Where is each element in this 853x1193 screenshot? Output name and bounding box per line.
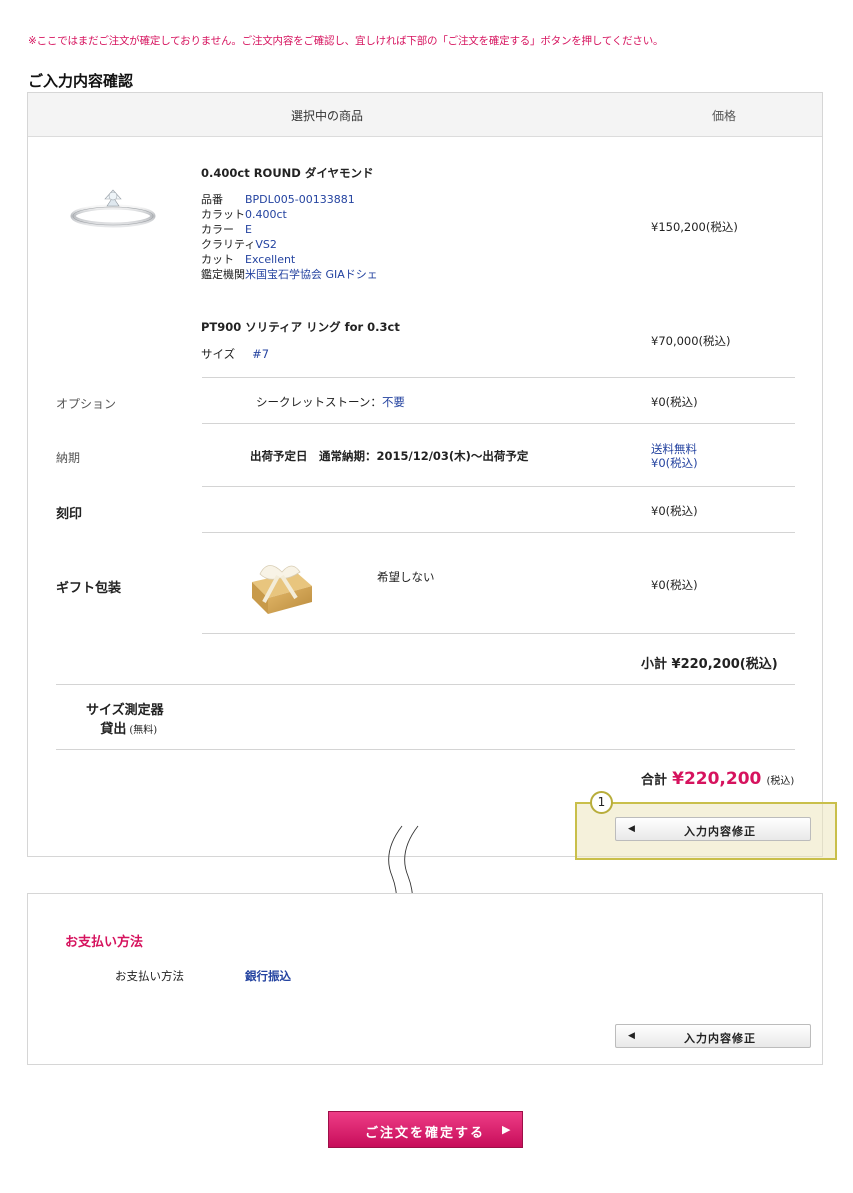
spec-row-cut: カット Excellent <box>201 253 296 266</box>
order-confirmation-panel: 選択中の商品 価格 0.400ct ROUND ダイヤモンド 品番 BPDL005… <box>27 92 823 857</box>
diamond-title: 0.400ct ROUND ダイヤモンド <box>201 166 374 180</box>
divider <box>202 633 795 634</box>
header-product: 選択中の商品 <box>291 109 364 123</box>
payment-method: 銀行振込 <box>245 969 291 983</box>
option-price: ¥0(税込) <box>651 395 698 409</box>
edit-payment-button[interactable]: ◀ 入力内容修正 <box>615 1024 811 1048</box>
gift-option: 希望しない <box>377 570 435 584</box>
delivery-price: ¥0(税込) <box>651 456 698 470</box>
delivery-label: 納期 <box>56 451 81 465</box>
confirm-order-button[interactable]: ご注文を確定する ▶ <box>328 1111 523 1148</box>
spec-row-item-number: 品番 BPDL005-00133881 <box>201 193 355 206</box>
step-badge: 1 <box>590 791 613 814</box>
confirm-order-label: ご注文を確定する <box>365 1126 486 1141</box>
total: 合計 ¥220,200 (税込) <box>641 769 795 789</box>
size-tool-label: サイズ測定器 貸出 (無料) <box>86 703 164 737</box>
ring-size: サイズ #7 <box>201 347 270 361</box>
delivery-date: 出荷予定日 通常納期：2015/12/03(木)〜出荷予定 <box>250 449 529 463</box>
spec-row-color: カラー E <box>201 223 252 236</box>
ring-image <box>70 189 156 228</box>
spec-row-carat: カラット0.400ct <box>201 208 287 221</box>
spec-row-clarity: クラリティVS2 <box>201 238 277 251</box>
gift-price: ¥0(税込) <box>651 578 698 592</box>
divider <box>202 377 795 378</box>
divider <box>202 423 795 424</box>
subtotal: 小計 ¥220,200(税込) <box>641 657 778 672</box>
edit-input-button-label: 入力内容修正 <box>684 825 756 838</box>
divider <box>202 486 795 487</box>
ring-price: ¥70,000(税込) <box>651 334 731 348</box>
header-price: 価格 <box>712 109 737 123</box>
section-title: ご入力内容確認 <box>28 72 134 90</box>
engraving-price: ¥0(税込) <box>651 504 698 518</box>
ring-title: PT900 ソリティア リング for 0.3ct <box>201 320 400 334</box>
divider <box>56 749 795 750</box>
spec-row-grading-lab: 鑑定機関米国宝石学協会 GIAドシェ <box>201 268 378 281</box>
divider <box>202 532 795 533</box>
divider <box>56 684 795 685</box>
option-label: オプション <box>56 397 117 411</box>
payment-label: お支払い方法 <box>115 969 184 983</box>
option-secret-stone: シークレットストーン：不要 <box>256 395 405 409</box>
edit-input-button[interactable]: ◀ 入力内容修正 <box>615 817 811 841</box>
engraving-label: 刻印 <box>56 507 83 522</box>
payment-title: お支払い方法 <box>65 935 144 950</box>
gift-box-image <box>252 565 312 614</box>
left-arrow-icon: ◀ <box>628 1031 635 1041</box>
left-arrow-icon: ◀ <box>628 824 635 834</box>
diamond-price: ¥150,200(税込) <box>651 220 738 234</box>
gift-label: ギフト包装 <box>56 581 122 596</box>
edit-payment-button-label: 入力内容修正 <box>684 1032 756 1045</box>
table-header: 選択中の商品 価格 <box>28 93 822 137</box>
order-not-confirmed-notice: ※ここではまだご注文が確定しておりません。ご注文内容をご確認し、宜しければ下部の… <box>28 35 664 47</box>
right-arrow-icon: ▶ <box>502 1123 511 1136</box>
